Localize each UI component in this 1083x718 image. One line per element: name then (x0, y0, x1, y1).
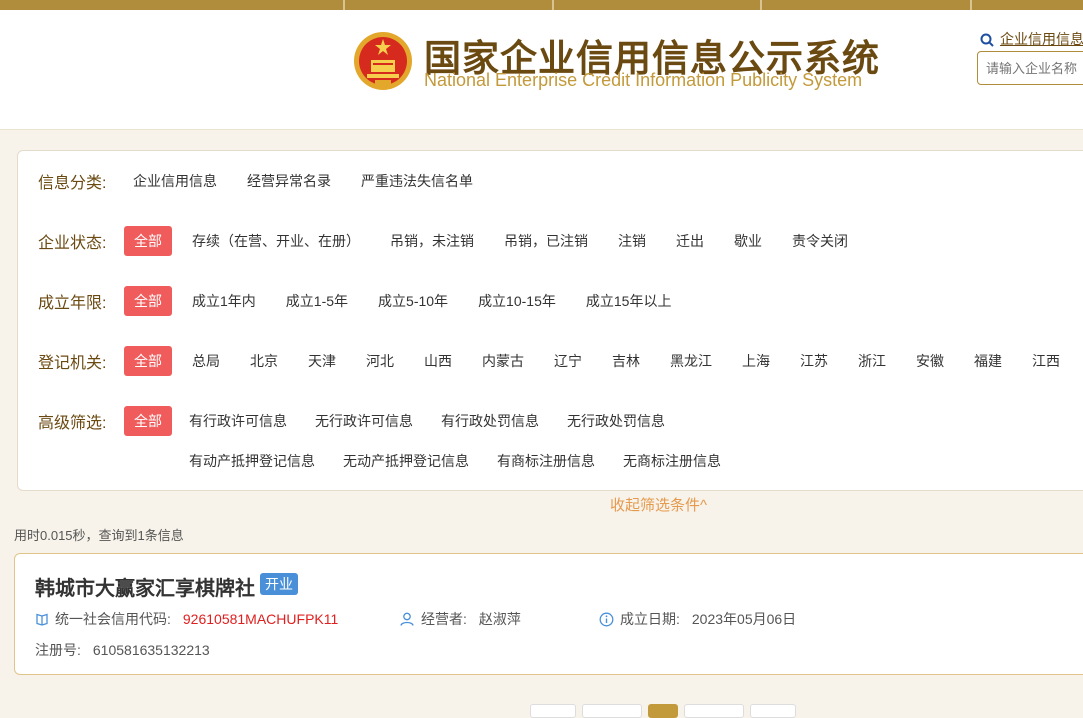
filter-all-pill[interactable]: 全部 (124, 286, 172, 316)
site-title-en: National Enterprise Credit Information P… (424, 70, 863, 90)
filter-option-years[interactable]: 成立1-5年 (286, 291, 348, 311)
filter-option-years[interactable]: 成立1年内 (192, 291, 256, 311)
filter-option-advanced[interactable]: 无行政处罚信息 (567, 411, 665, 431)
pagination-button[interactable] (530, 704, 576, 718)
filter-option-status[interactable]: 注销 (618, 231, 646, 251)
search-link[interactable]: 企业信用信息 (980, 29, 1083, 49)
search-link-label: 企业信用信息 (1000, 31, 1083, 47)
filter-option-authority[interactable]: 内蒙古 (482, 351, 524, 371)
top-bar-divider (760, 0, 762, 10)
national-emblem-icon (354, 32, 412, 90)
filter-option-advanced[interactable]: 有动产抵押登记信息 (189, 451, 315, 471)
established-field: 成立日期: 2023年05月06日 (599, 609, 796, 629)
filter-option-status[interactable]: 存续（在营、开业、在册） (192, 231, 360, 251)
top-bar-divider (552, 0, 554, 10)
filter-option-years[interactable]: 成立5-10年 (378, 291, 448, 311)
filter-row-years: 成立年限: 全部 成立1年内 成立1-5年 成立5-10年 成立10-15年 成… (38, 286, 701, 316)
company-search-input[interactable] (977, 51, 1083, 85)
filter-option-authority[interactable]: 安徽 (916, 351, 944, 371)
filter-label-status: 企业状态: (38, 235, 107, 252)
filter-option-authority[interactable]: 江苏 (800, 351, 828, 371)
filter-row-status: 企业状态: 全部 存续（在营、开业、在册） 吊销，未注销 吊销，已注销 注销 迁… (38, 226, 878, 256)
status-badge: 开业 (260, 573, 298, 595)
established-label: 成立日期: (620, 611, 680, 627)
operator-label: 经营者: (421, 611, 467, 627)
result-card[interactable]: 韩城市大赢家汇享棋牌社 开业 统一社会信用代码: 92610581MACHUFP… (14, 553, 1083, 675)
filter-option-authority[interactable]: 浙江 (858, 351, 886, 371)
filter-option-authority[interactable]: 吉林 (612, 351, 640, 371)
operator-field: 经营者: 赵淑萍 (399, 609, 521, 629)
filter-option-category[interactable]: 企业信用信息 (133, 171, 217, 191)
pagination-current-page[interactable] (648, 704, 678, 718)
filter-option-status[interactable]: 迁出 (676, 231, 704, 251)
filter-row-category: 信息分类: 企业信用信息 经营异常名录 严重违法失信名单 (38, 166, 503, 196)
filter-label-category: 信息分类: (38, 175, 107, 192)
pagination-button[interactable] (582, 704, 642, 718)
filter-option-authority[interactable]: 福建 (974, 351, 1002, 371)
filter-label-authority: 登记机关: (38, 355, 107, 372)
filter-option-category[interactable]: 严重违法失信名单 (361, 171, 473, 191)
filter-option-authority[interactable]: 黑龙江 (670, 351, 712, 371)
filter-row-advanced: 高级筛选: 全部 有行政许可信息 无行政许可信息 有行政处罚信息 无行政处罚信息 (38, 406, 693, 436)
pagination-button[interactable] (684, 704, 744, 718)
filter-option-authority[interactable]: 河北 (366, 351, 394, 371)
filter-all-pill[interactable]: 全部 (124, 346, 172, 376)
filter-option-advanced[interactable]: 有商标注册信息 (497, 451, 595, 471)
company-name[interactable]: 韩城市大赢家汇享棋牌社 (35, 572, 255, 601)
person-icon (400, 612, 414, 626)
filter-option-years[interactable]: 成立10-15年 (478, 291, 556, 311)
filter-option-authority[interactable]: 北京 (250, 351, 278, 371)
credit-code-value: 92610581MACHUFPK11 (182, 611, 339, 627)
filter-option-authority[interactable]: 辽宁 (554, 351, 582, 371)
filter-label-years: 成立年限: (38, 295, 107, 312)
filter-option-status[interactable]: 吊销，未注销 (390, 231, 474, 251)
filter-row-authority: 登记机关: 全部 总局 北京 天津 河北 山西 内蒙古 辽宁 吉林 黑龙江 上海… (38, 346, 1083, 376)
filter-panel: 信息分类: 企业信用信息 经营异常名录 严重违法失信名单 企业状态: 全部 存续… (17, 150, 1083, 491)
filter-option-status[interactable]: 责令关闭 (792, 231, 848, 251)
filter-option-status[interactable]: 歇业 (734, 231, 762, 251)
credit-code-label: 统一社会信用代码: (55, 611, 171, 627)
top-bar-divider (970, 0, 972, 10)
filter-option-advanced[interactable]: 有行政许可信息 (189, 411, 287, 431)
search-icon (980, 33, 994, 47)
info-icon (599, 612, 614, 626)
filter-row-advanced-2: 有动产抵押登记信息 无动产抵押登记信息 有商标注册信息 无商标注册信息 (189, 446, 749, 476)
filter-option-status[interactable]: 吊销，已注销 (504, 231, 588, 251)
reg-no-value: 610581635132213 (92, 642, 210, 658)
filter-option-advanced[interactable]: 无行政许可信息 (315, 411, 413, 431)
reg-no-label: 注册号: (35, 642, 81, 658)
search-stats: 用时0.015秒，查询到1条信息 (14, 528, 184, 543)
established-value: 2023年05月06日 (691, 611, 797, 627)
credit-code-field: 统一社会信用代码: 92610581MACHUFPK11 (35, 609, 338, 629)
collapse-filters-link[interactable]: 收起筛选条件^ (610, 494, 707, 515)
operator-value: 赵淑萍 (478, 611, 521, 627)
filter-option-advanced[interactable]: 无动产抵押登记信息 (343, 451, 469, 471)
book-icon (36, 613, 48, 626)
top-bar (0, 0, 1083, 10)
filter-label-advanced: 高级筛选: (38, 415, 107, 432)
filter-option-advanced[interactable]: 有行政处罚信息 (441, 411, 539, 431)
filter-option-authority[interactable]: 江西 (1032, 351, 1060, 371)
pagination-button[interactable] (750, 704, 796, 718)
filter-option-authority[interactable]: 总局 (192, 351, 220, 371)
filter-option-authority[interactable]: 上海 (742, 351, 770, 371)
filter-all-pill[interactable]: 全部 (124, 406, 172, 436)
filter-option-advanced[interactable]: 无商标注册信息 (623, 451, 721, 471)
top-bar-divider (343, 0, 345, 10)
reg-no-field: 注册号: 610581635132213 (35, 640, 210, 660)
filter-all-pill[interactable]: 全部 (124, 226, 172, 256)
site-header: 国家企业信用信息公示系统 National Enterprise Credit … (0, 10, 1083, 130)
filter-option-years[interactable]: 成立15年以上 (586, 291, 672, 311)
filter-option-authority[interactable]: 山西 (424, 351, 452, 371)
filter-option-category[interactable]: 经营异常名录 (247, 171, 331, 191)
filter-option-authority[interactable]: 天津 (308, 351, 336, 371)
